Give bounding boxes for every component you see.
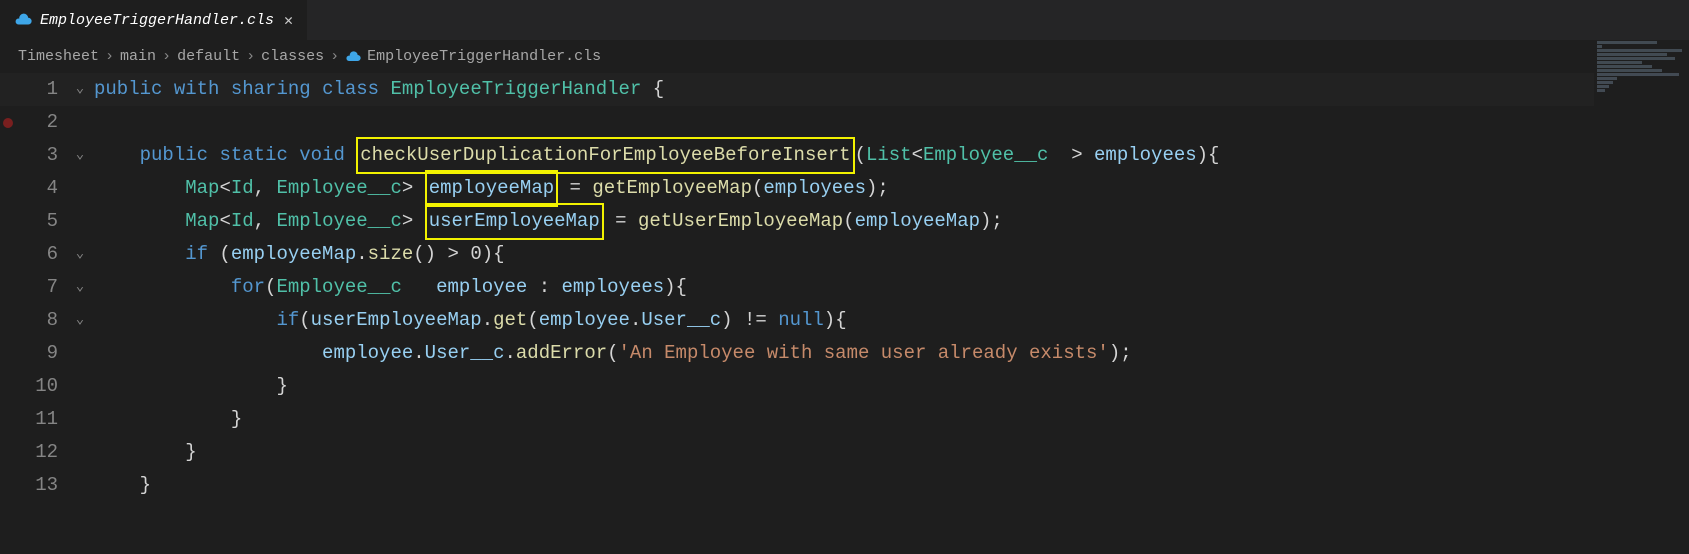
code-line[interactable]: 13 } (0, 469, 1689, 502)
breakpoint-inactive-icon (3, 118, 13, 128)
breadcrumb-part[interactable]: Timesheet (18, 48, 99, 65)
breakpoint-gutter[interactable] (0, 73, 16, 106)
line-number: 11 (16, 403, 66, 436)
minimap-line (1597, 49, 1682, 52)
code-line[interactable]: 2 (0, 106, 1689, 139)
minimap-line (1597, 69, 1662, 72)
minimap-line (1597, 61, 1642, 64)
line-number: 4 (16, 172, 66, 205)
code-line[interactable]: 3 ⌄ public static void checkUserDuplicat… (0, 139, 1689, 172)
cloud-icon (14, 11, 32, 29)
tab-title: EmployeeTriggerHandler.cls (40, 12, 274, 29)
line-number: 5 (16, 205, 66, 238)
code-content[interactable]: } (94, 436, 197, 469)
chevron-right-icon: › (105, 48, 114, 65)
breadcrumb-part[interactable]: main (120, 48, 156, 65)
breadcrumb-file[interactable]: EmployeeTriggerHandler.cls (367, 48, 601, 65)
minimap-line (1597, 57, 1675, 60)
minimap-line (1597, 45, 1602, 48)
code-line[interactable]: 10 } (0, 370, 1689, 403)
code-line[interactable]: 7 ⌄ for(Employee__c employee : employees… (0, 271, 1689, 304)
fold-toggle[interactable]: ⌄ (66, 139, 94, 172)
breakpoint-gutter[interactable] (0, 172, 16, 205)
line-number: 10 (16, 370, 66, 403)
code-line[interactable]: 8 ⌄ if(userEmployeeMap.get(employee.User… (0, 304, 1689, 337)
breakpoint-gutter[interactable] (0, 304, 16, 337)
code-content[interactable]: Map<Id, Employee__c> userEmployeeMap = g… (94, 205, 1003, 238)
minimap-line (1597, 85, 1609, 88)
breakpoint-gutter[interactable] (0, 271, 16, 304)
fold-toggle[interactable]: ⌄ (66, 73, 94, 106)
breakpoint-gutter[interactable] (0, 106, 16, 139)
breakpoint-gutter[interactable] (0, 403, 16, 436)
code-line[interactable]: 6 ⌄ if (employeeMap.size() > 0){ (0, 238, 1689, 271)
code-content[interactable]: employee.User__c.addError('An Employee w… (94, 337, 1132, 370)
line-number: 7 (16, 271, 66, 304)
minimap-line (1597, 89, 1605, 92)
highlight-box: employeeMap (425, 170, 558, 207)
breakpoint-gutter[interactable] (0, 238, 16, 271)
code-line[interactable]: 4 Map<Id, Employee__c> employeeMap = get… (0, 172, 1689, 205)
minimap-line (1597, 81, 1613, 84)
highlight-box: userEmployeeMap (425, 203, 604, 240)
minimap-line (1597, 53, 1667, 56)
code-content[interactable]: public with sharing class EmployeeTrigge… (94, 73, 664, 106)
chevron-right-icon: › (330, 48, 339, 65)
code-content[interactable]: public static void checkUserDuplicationF… (94, 139, 1219, 172)
code-content[interactable]: Map<Id, Employee__c> employeeMap = getEm… (94, 172, 889, 205)
breakpoint-gutter[interactable] (0, 370, 16, 403)
line-number: 9 (16, 337, 66, 370)
code-content[interactable]: if(userEmployeeMap.get(employee.User__c)… (94, 304, 847, 337)
code-line[interactable]: 1 ⌄ public with sharing class EmployeeTr… (0, 73, 1689, 106)
breadcrumb[interactable]: Timesheet › main › default › classes › Emplo… (0, 40, 1689, 73)
minimap-line (1597, 73, 1679, 76)
breadcrumb-part[interactable]: default (177, 48, 240, 65)
chevron-right-icon: › (246, 48, 255, 65)
close-icon[interactable]: ✕ (284, 11, 293, 30)
tab-bar: EmployeeTriggerHandler.cls ✕ (0, 0, 1689, 40)
line-number: 12 (16, 436, 66, 469)
breadcrumb-part[interactable]: classes (261, 48, 324, 65)
editor-tab[interactable]: EmployeeTriggerHandler.cls ✕ (0, 0, 307, 40)
line-number: 13 (16, 469, 66, 502)
code-editor[interactable]: 1 ⌄ public with sharing class EmployeeTr… (0, 73, 1689, 502)
code-content[interactable]: for(Employee__c employee : employees){ (94, 271, 687, 304)
highlight-box: checkUserDuplicationForEmployeeBeforeIns… (356, 137, 854, 174)
minimap[interactable] (1594, 40, 1689, 554)
chevron-right-icon: › (162, 48, 171, 65)
line-number: 2 (16, 106, 66, 139)
breakpoint-gutter[interactable] (0, 139, 16, 172)
minimap-line (1597, 65, 1652, 68)
breakpoint-gutter[interactable] (0, 436, 16, 469)
line-number: 8 (16, 304, 66, 337)
code-content[interactable]: } (94, 403, 242, 436)
code-content[interactable]: } (94, 469, 151, 502)
minimap-line (1597, 77, 1617, 80)
minimap-line (1597, 41, 1657, 44)
breakpoint-gutter[interactable] (0, 469, 16, 502)
line-number: 1 (16, 73, 66, 106)
code-content[interactable]: } (94, 370, 288, 403)
cloud-icon (345, 49, 361, 65)
fold-toggle[interactable]: ⌄ (66, 238, 94, 271)
code-line[interactable]: 5 Map<Id, Employee__c> userEmployeeMap =… (0, 205, 1689, 238)
breakpoint-gutter[interactable] (0, 205, 16, 238)
breakpoint-gutter[interactable] (0, 337, 16, 370)
fold-toggle[interactable]: ⌄ (66, 304, 94, 337)
code-line[interactable]: 12 } (0, 436, 1689, 469)
fold-toggle[interactable]: ⌄ (66, 271, 94, 304)
line-number: 3 (16, 139, 66, 172)
line-number: 6 (16, 238, 66, 271)
code-line[interactable]: 9 employee.User__c.addError('An Employee… (0, 337, 1689, 370)
code-line[interactable]: 11 } (0, 403, 1689, 436)
code-content[interactable]: if (employeeMap.size() > 0){ (94, 238, 505, 271)
